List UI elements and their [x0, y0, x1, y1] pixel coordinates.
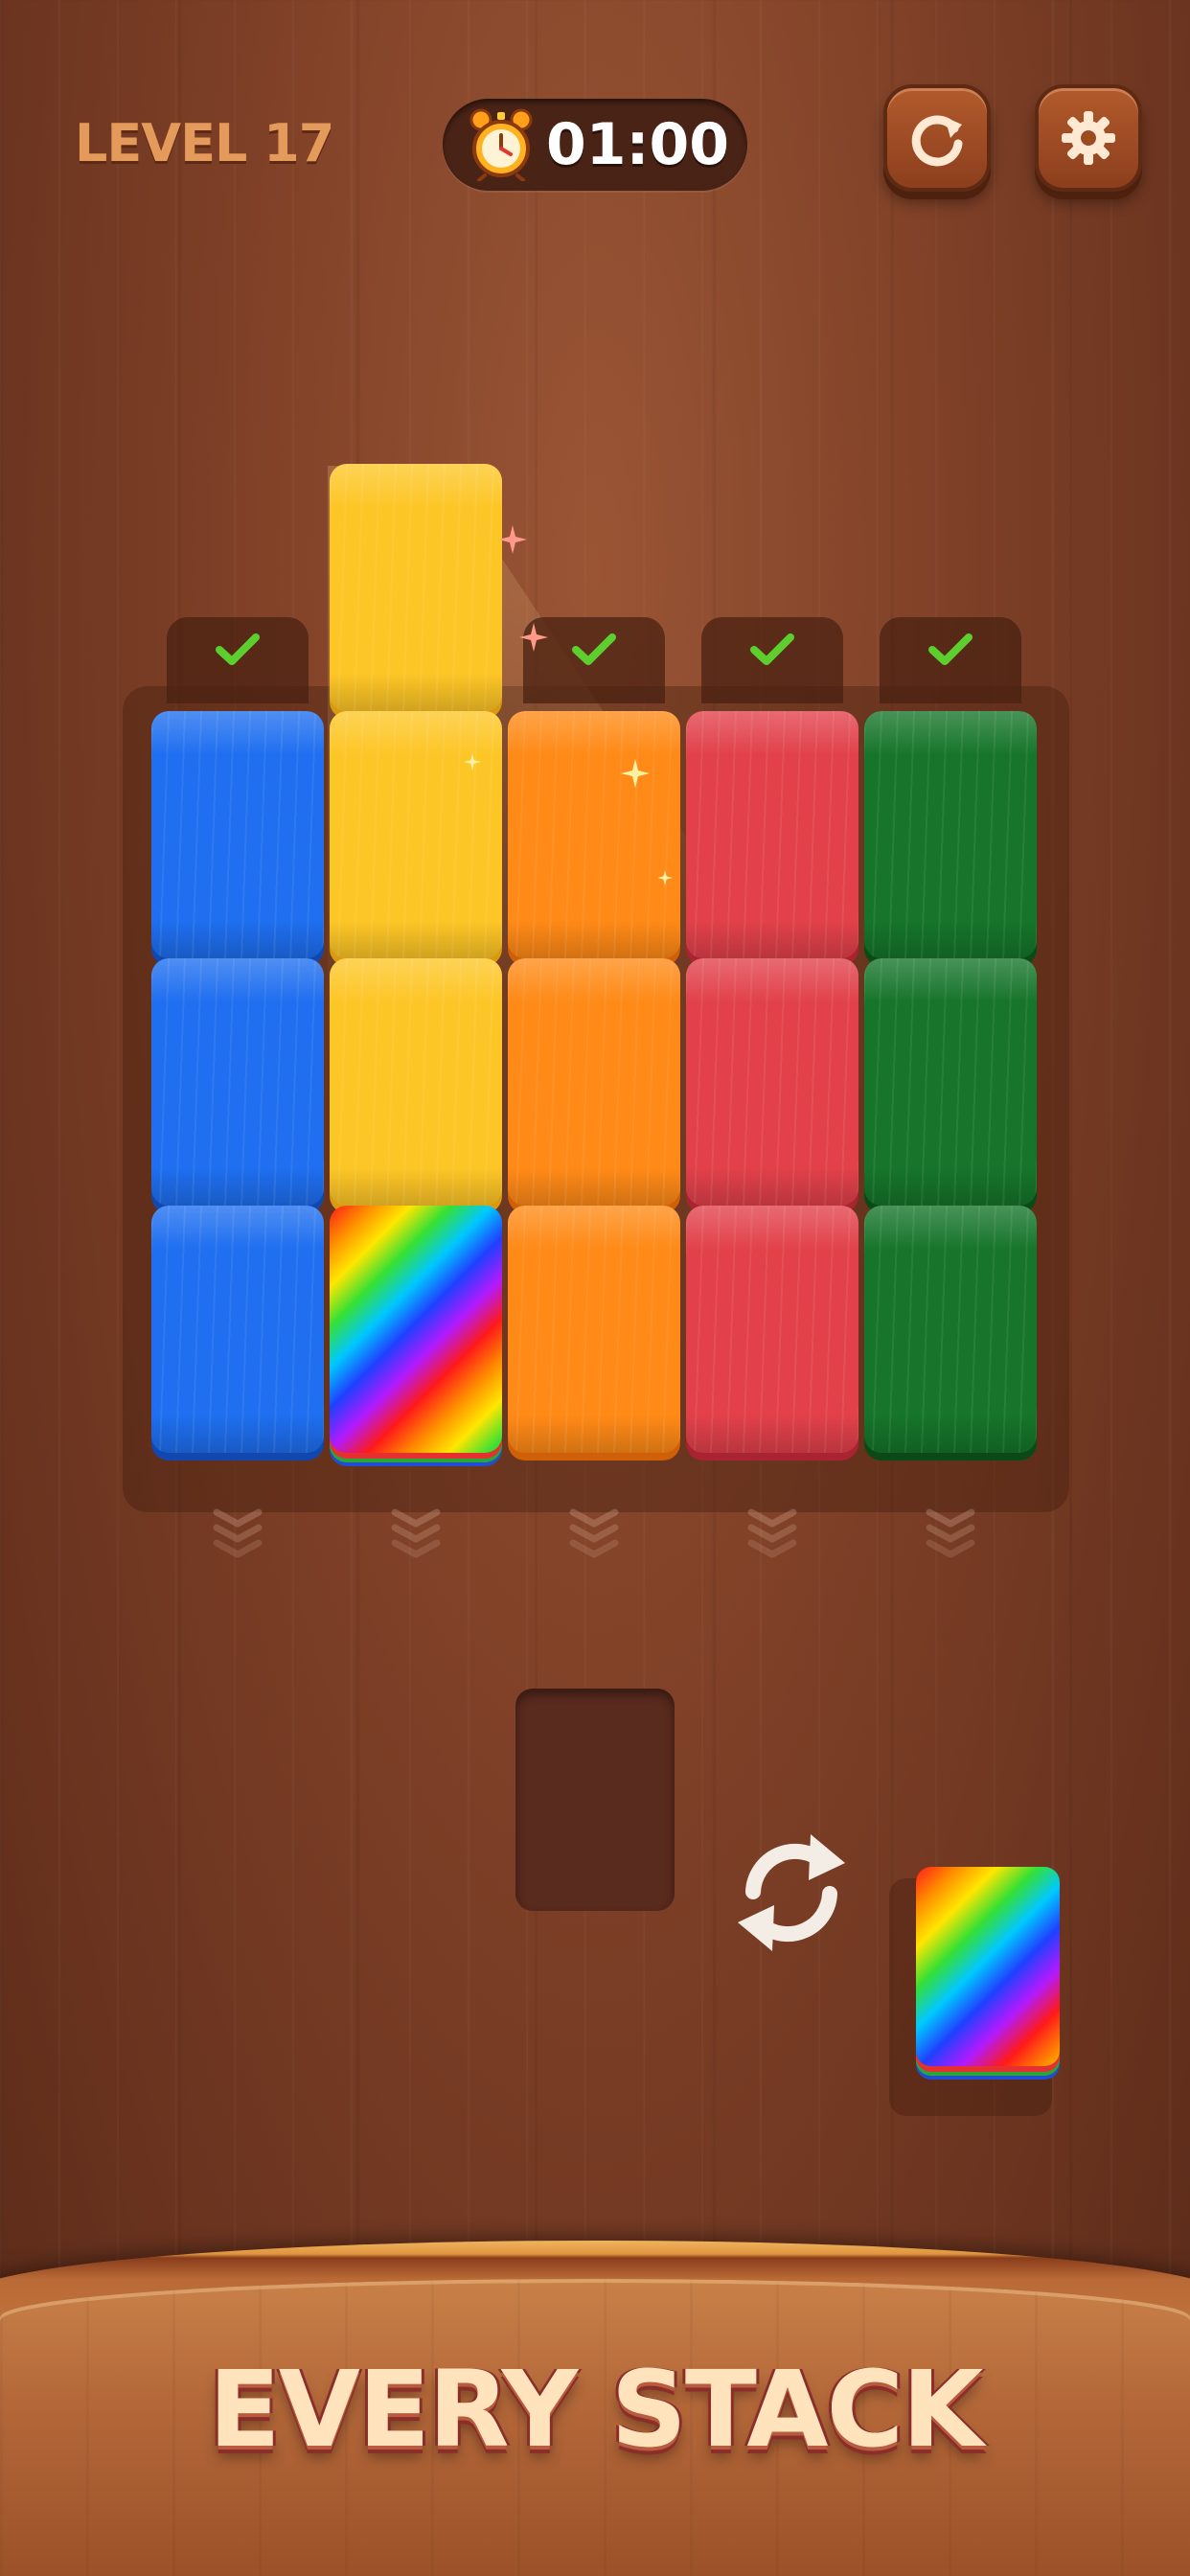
tile-red[interactable] — [686, 958, 858, 1206]
tile-blue[interactable] — [151, 1206, 324, 1453]
sparkle-icon — [464, 753, 481, 770]
drop-arrow-icon — [747, 1508, 797, 1558]
sparkle-icon — [657, 870, 673, 886]
tile-red[interactable] — [686, 1206, 858, 1453]
drop-arrow-icon — [391, 1508, 441, 1558]
sparkle-icon — [621, 759, 650, 788]
drop-arrow-icon — [213, 1508, 263, 1558]
drop-arrow-icon — [569, 1508, 619, 1558]
tile-yellow[interactable] — [330, 711, 502, 958]
restart-icon — [911, 115, 963, 167]
tile-green[interactable] — [864, 1206, 1037, 1453]
swap-arrows-icon[interactable] — [726, 1811, 857, 1974]
check-icon — [750, 633, 794, 665]
banner-title: EVERY STACK — [208, 2348, 984, 2471]
alarm-clock-icon — [469, 108, 533, 181]
tile-green[interactable] — [864, 958, 1037, 1206]
tile-yellow[interactable] — [330, 958, 502, 1206]
tile-green[interactable] — [864, 711, 1037, 958]
tile-rainbow[interactable] — [330, 1206, 502, 1453]
tile-blue[interactable] — [151, 958, 324, 1206]
timer-value: 01:00 — [546, 111, 729, 178]
check-icon — [928, 633, 973, 665]
sparkle-icon — [498, 525, 527, 554]
drop-arrow-icon — [926, 1508, 975, 1558]
restart-button[interactable] — [883, 84, 991, 192]
gear-icon — [1062, 111, 1115, 165]
level-label: LEVEL 17 — [75, 113, 334, 173]
tile-red[interactable] — [686, 711, 858, 958]
tile-orange[interactable] — [508, 1206, 680, 1453]
tile-blue[interactable] — [151, 711, 324, 958]
settings-button[interactable] — [1035, 84, 1142, 192]
lifted-tile-yellow[interactable] — [330, 464, 502, 711]
next-tile-rainbow[interactable] — [916, 1867, 1060, 2066]
check-icon — [216, 633, 260, 665]
check-icon — [572, 633, 616, 665]
empty-tile-slot[interactable] — [515, 1689, 675, 1911]
tile-orange[interactable] — [508, 958, 680, 1206]
tile-orange[interactable] — [508, 711, 680, 958]
sparkle-icon — [519, 623, 548, 652]
